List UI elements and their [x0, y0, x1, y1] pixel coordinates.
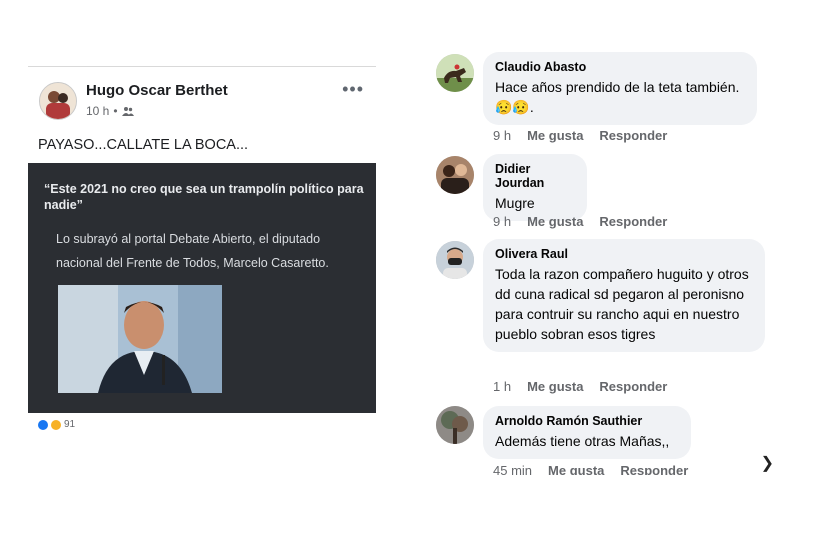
like-button[interactable]: Me gusta [548, 463, 604, 475]
card-quote: “Este 2021 no creo que sea un trampolín … [44, 182, 364, 212]
reply-button[interactable]: Responder [599, 379, 667, 394]
horse-racing-avatar-image [436, 54, 474, 92]
post-text: PAYASO...CALLATE LA BOCA... [38, 137, 249, 153]
reaction-summary[interactable]: 91 [38, 419, 75, 430]
commenter-avatar[interactable] [436, 54, 474, 92]
chevron-right-icon[interactable]: ❯ [761, 453, 774, 473]
like-button[interactable]: Me gusta [527, 214, 583, 229]
shared-link-card[interactable]: “Este 2021 no creo que sea un trampolín … [28, 163, 376, 413]
comment-time[interactable]: 45 min [493, 463, 532, 475]
comment-bubble: Arnoldo Ramón Sauthier Además tiene otra… [483, 406, 691, 459]
post-time[interactable]: 10 h [86, 104, 109, 118]
author-avatar-image [40, 83, 76, 119]
comment-time[interactable]: 1 h [493, 379, 511, 394]
haha-reaction-icon [51, 419, 61, 430]
speaker-photo [58, 285, 222, 393]
comment-bubble: Olivera Raul Toda la razon compañero hug… [483, 239, 765, 352]
commenter-avatar[interactable] [436, 406, 474, 444]
commenter-name[interactable]: Didier Jourdan [495, 162, 575, 190]
like-button[interactable]: Me gusta [527, 128, 583, 143]
comment-actions: 1 h Me gusta Responder [493, 379, 667, 394]
commenter-name[interactable]: Olivera Raul [495, 247, 753, 261]
commenter-avatar[interactable] [436, 241, 474, 279]
card-photo [58, 285, 222, 393]
comments-panel: Claudio Abasto Hace años prendido de la … [426, 50, 776, 475]
reply-button[interactable]: Responder [620, 463, 688, 475]
couple-avatar-image [436, 156, 474, 194]
reply-button[interactable]: Responder [599, 128, 667, 143]
comment-text: Mugre [495, 195, 535, 211]
reply-button[interactable]: Responder [599, 214, 667, 229]
meta-separator: • [113, 104, 118, 118]
tree-avatar-image [436, 406, 474, 444]
commenter-name[interactable]: Arnoldo Ramón Sauthier [495, 414, 679, 428]
commenter-avatar[interactable] [436, 156, 474, 194]
comment-bubble: Claudio Abasto Hace años prendido de la … [483, 52, 757, 125]
comment-text: Hace años prendido de la teta también.😥😥… [495, 79, 740, 115]
comment-bubble: Didier Jourdan Mugre [483, 154, 587, 221]
reaction-count: 91 [64, 419, 76, 430]
comment-actions: 9 h Me gusta Responder [493, 214, 667, 229]
author-avatar[interactable] [39, 82, 77, 120]
commenter-name[interactable]: Claudio Abasto [495, 60, 745, 74]
comment-time[interactable]: 9 h [493, 128, 511, 143]
comment-actions: 45 min Me gusta Responder [493, 463, 688, 475]
facebook-post: Hugo Oscar Berthet 10 h • ••• PAYASO...C… [28, 66, 376, 433]
like-reaction-icon [38, 419, 48, 430]
more-options-icon[interactable]: ••• [342, 79, 364, 100]
masked-man-avatar-image [436, 241, 474, 279]
comment-actions: 9 h Me gusta Responder [493, 128, 667, 143]
friends-audience-icon [121, 107, 134, 116]
comment-text: Además tiene otras Mañas,, [495, 433, 670, 449]
like-button[interactable]: Me gusta [527, 379, 583, 394]
comment-time[interactable]: 9 h [493, 214, 511, 229]
card-lead: Lo subrayó al portal Debate Abierto, el … [56, 232, 329, 270]
post-author-name[interactable]: Hugo Oscar Berthet [86, 82, 228, 99]
comment-text: Toda la razon compañero huguito y otros … [495, 266, 749, 342]
post-meta: 10 h • [86, 104, 134, 118]
